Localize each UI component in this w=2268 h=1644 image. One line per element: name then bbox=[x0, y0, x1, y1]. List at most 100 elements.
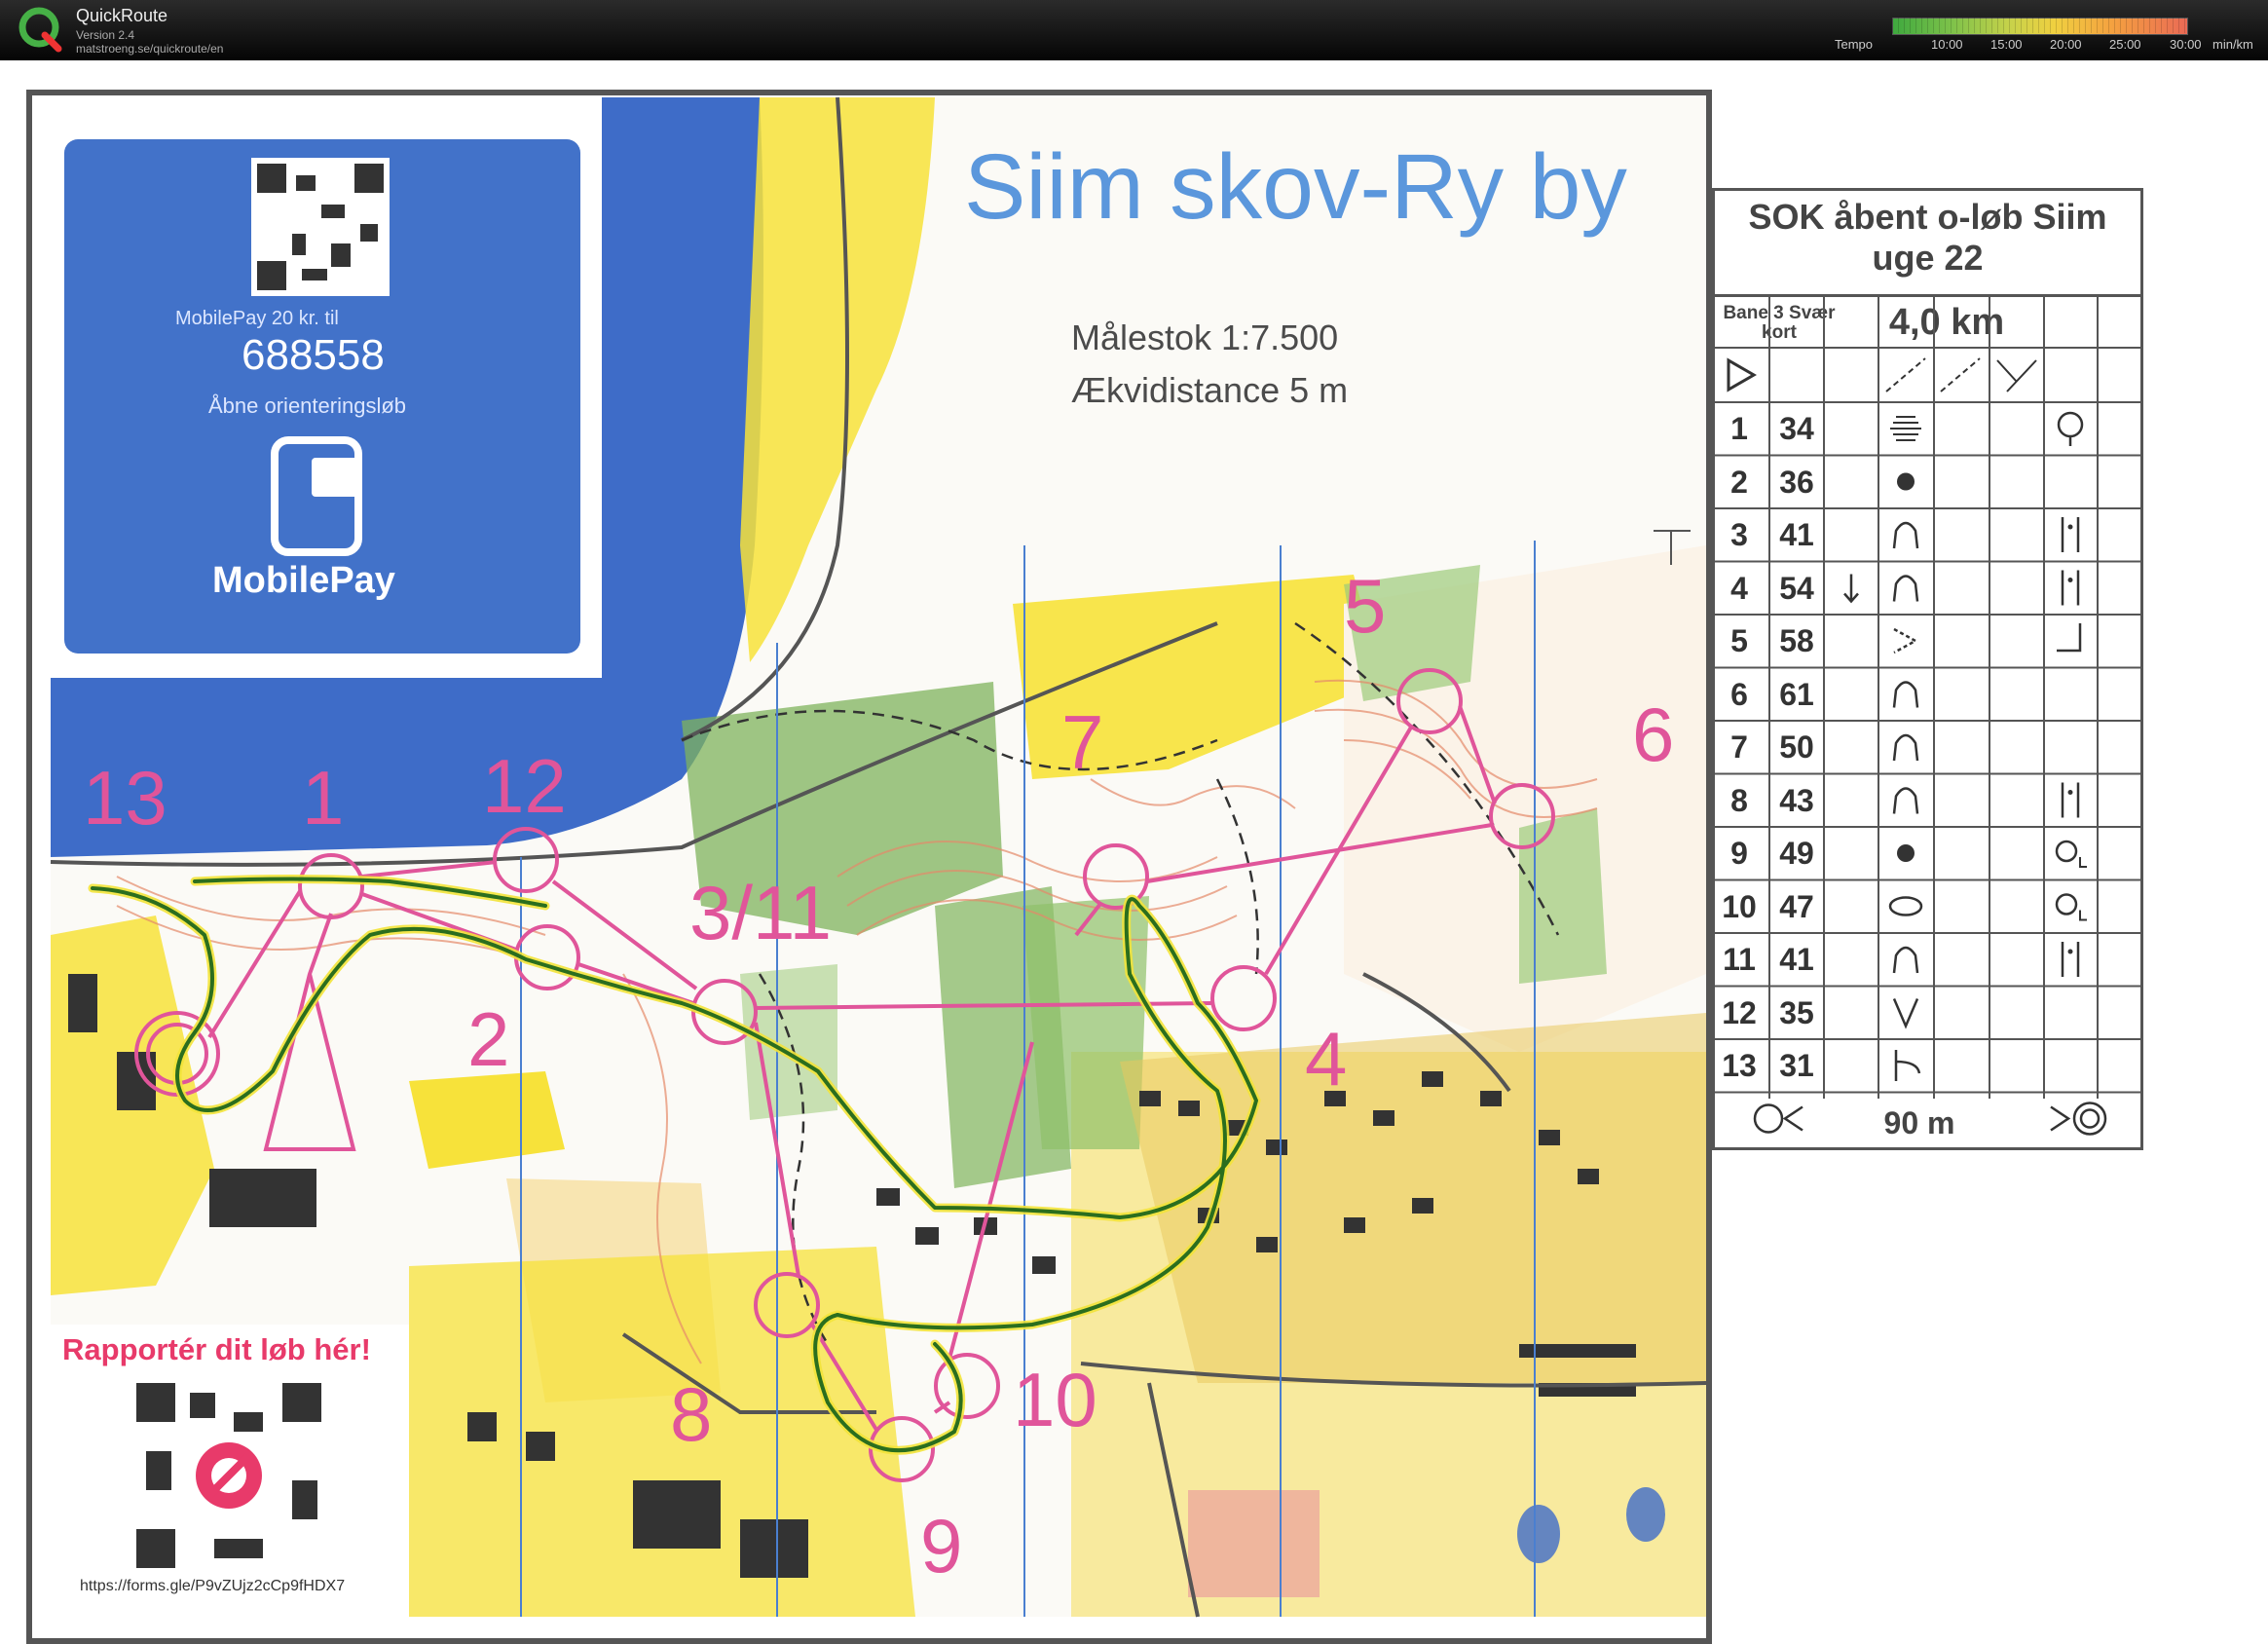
junction-icon bbox=[1996, 359, 2037, 392]
description-event: SOK åbent o-løb Siim uge 22 bbox=[1715, 197, 2140, 279]
control-label: 2 bbox=[467, 996, 510, 1082]
control-label: 8 bbox=[670, 1371, 713, 1457]
foot-icon bbox=[2067, 790, 2073, 795]
app-header: QuickRoute Version 2.4 matstroeng.se/qui… bbox=[0, 0, 2268, 60]
app-version: Version 2.4 bbox=[76, 28, 135, 42]
description-row-code: 47 bbox=[1779, 888, 1814, 924]
description-row-code: 35 bbox=[1779, 994, 1814, 1030]
control-label: 1 bbox=[302, 755, 345, 841]
description-row-code: 43 bbox=[1779, 782, 1814, 818]
map-title: Siim skov-Ry by bbox=[964, 135, 1627, 239]
description-row-number: 9 bbox=[1730, 836, 1748, 871]
description-event-line: uge 22 bbox=[1872, 238, 1984, 278]
foot-icon bbox=[2067, 949, 2073, 954]
description-row-number: 2 bbox=[1730, 464, 1748, 500]
map-equidistance: Ækvidistance 5 m bbox=[1071, 370, 1349, 410]
depression-icon bbox=[1892, 681, 1919, 708]
report-title: Rapportér dit løb hér! bbox=[62, 1332, 371, 1366]
control-label: 12 bbox=[482, 743, 567, 829]
description-row-number: 11 bbox=[1723, 942, 1756, 977]
tempo-scale-grid bbox=[1892, 18, 2186, 33]
qr-code-icon bbox=[251, 158, 390, 296]
mobilepay-brand: MobilePay bbox=[212, 560, 395, 601]
report-url[interactable]: https://forms.gle/P9vZUjz2cCp9fHDX7 bbox=[80, 1578, 345, 1595]
v-icon bbox=[1892, 998, 1919, 1029]
app-title: QuickRoute bbox=[76, 6, 168, 25]
mobilepay-description: Åbne orienteringsløb bbox=[208, 393, 407, 418]
tempo-label: Tempo bbox=[1835, 37, 1874, 52]
description-row-number: 13 bbox=[1722, 1048, 1757, 1083]
map-scale: Målestok 1:7.500 bbox=[1071, 318, 1339, 357]
description-row-code: 41 bbox=[1779, 942, 1814, 977]
finish-end-icon bbox=[2079, 1108, 2101, 1129]
depression-icon bbox=[1892, 521, 1919, 549]
description-row-number: 5 bbox=[1730, 623, 1748, 658]
waterhole-icon bbox=[2057, 411, 2084, 438]
knoll-icon bbox=[1897, 844, 1915, 862]
depression-icon bbox=[1892, 575, 1919, 602]
control-label: 10 bbox=[1013, 1357, 1097, 1442]
pipe-icon bbox=[1894, 1050, 1921, 1081]
description-finish-distance: 90 m bbox=[1883, 1105, 1955, 1140]
control-label: 6 bbox=[1632, 691, 1675, 777]
description-event-line: SOK åbent o-løb Siim bbox=[1748, 197, 2107, 237]
finish-end-icon bbox=[2050, 1105, 2071, 1132]
mobilepay-amount: MobilePay 20 kr. til bbox=[175, 308, 339, 329]
ellipse-icon bbox=[1888, 896, 1923, 916]
description-row-code: 41 bbox=[1779, 517, 1814, 552]
small-circle-icon bbox=[2079, 910, 2087, 921]
depression-icon bbox=[1892, 946, 1919, 974]
finish-start-icon bbox=[1753, 1103, 1784, 1134]
control-label: 9 bbox=[920, 1503, 963, 1588]
tempo-tick: 15:00 bbox=[1990, 37, 2023, 52]
description-row-number: 3 bbox=[1730, 517, 1748, 552]
description-row-number: 10 bbox=[1722, 888, 1757, 924]
start-triangle-icon bbox=[1727, 357, 1758, 392]
tempo-tick: 10:00 bbox=[1931, 37, 1963, 52]
description-row-code: 54 bbox=[1779, 570, 1814, 606]
path-icon bbox=[1940, 357, 1981, 392]
knoll-icon bbox=[1897, 472, 1915, 491]
description-row-code: 61 bbox=[1779, 676, 1814, 712]
description-row-code: 58 bbox=[1779, 623, 1814, 658]
report-qr-code-icon bbox=[131, 1378, 326, 1573]
description-row-number: 7 bbox=[1730, 729, 1748, 765]
finish-start-icon bbox=[1782, 1105, 1803, 1132]
control-label: 5 bbox=[1344, 563, 1387, 649]
corner-icon bbox=[2057, 623, 2082, 653]
description-row-number: 8 bbox=[1730, 782, 1748, 818]
description-row-number: 1 bbox=[1730, 411, 1748, 446]
description-row-code: 31 bbox=[1779, 1048, 1814, 1083]
foot-icon bbox=[2067, 578, 2073, 582]
foot-icon bbox=[2067, 524, 2073, 530]
map-view[interactable]: Siim skov-Ry by Målestok 1:7.500 Ækvidis… bbox=[0, 60, 2268, 1644]
description-row-code: 49 bbox=[1779, 836, 1814, 871]
tempo-tick: 20:00 bbox=[2050, 37, 2082, 52]
path-icon bbox=[1885, 357, 1926, 392]
description-row-code: 36 bbox=[1779, 464, 1814, 500]
tempo-unit: min/km bbox=[2212, 37, 2253, 52]
gully-icon bbox=[1893, 627, 1918, 654]
description-row-code: 34 bbox=[1779, 411, 1814, 446]
control-label: 4 bbox=[1305, 1016, 1348, 1102]
description-row-code: 50 bbox=[1779, 729, 1814, 765]
finish-end-icon bbox=[2072, 1102, 2107, 1136]
control-label: 7 bbox=[1061, 699, 1104, 785]
description-row-number: 4 bbox=[1730, 570, 1748, 606]
control-label: 3/11 bbox=[689, 870, 833, 955]
control-description-sheet: SOK åbent o-løb Siim uge 22 Bane 3 Svær … bbox=[1712, 188, 2143, 1150]
mobilepay-number: 688558 bbox=[242, 331, 385, 379]
small-circle-icon bbox=[2055, 893, 2078, 915]
small-circle-icon bbox=[2079, 857, 2087, 868]
app-url[interactable]: matstroeng.se/quickroute/en bbox=[76, 42, 223, 56]
depression-icon bbox=[1892, 787, 1919, 814]
quickroute-logo-icon bbox=[19, 7, 62, 53]
control-label: 13 bbox=[83, 755, 167, 841]
small-circle-icon bbox=[2055, 840, 2078, 863]
arrow-down-icon bbox=[1843, 574, 1859, 604]
tempo-tick: 25:00 bbox=[2109, 37, 2141, 52]
description-row-number: 12 bbox=[1722, 994, 1757, 1030]
description-row-number: 6 bbox=[1730, 676, 1748, 712]
tempo-tick: 30:00 bbox=[2170, 37, 2202, 52]
depression-icon bbox=[1892, 733, 1919, 762]
